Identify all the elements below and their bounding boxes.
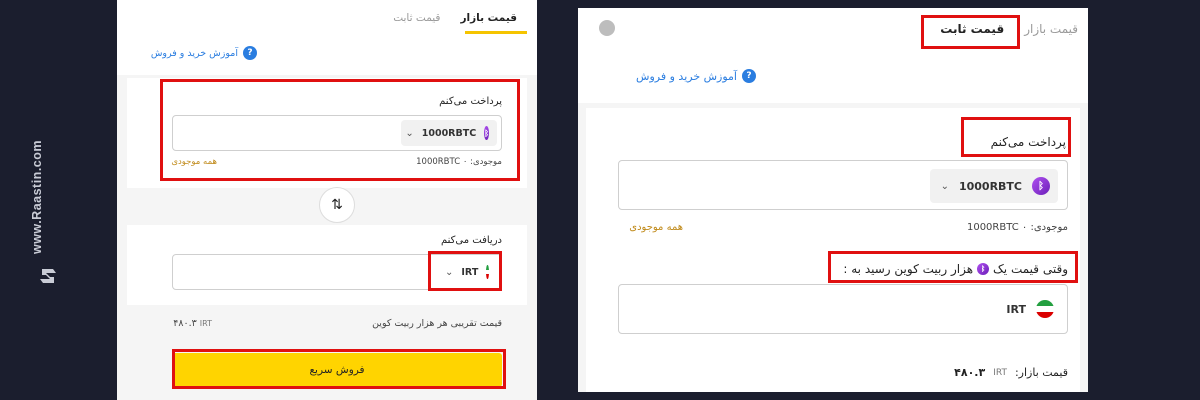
balance-label: موجودی:	[1030, 222, 1068, 233]
brand-url: www.Raastin.com	[30, 140, 44, 255]
quick-sell-panel: قیمت بازار قیمت ثابت ? آموزش خرید و فروش…	[117, 0, 537, 400]
swap-button[interactable]: ⇅	[319, 187, 355, 223]
tab-fixed-price[interactable]: قیمت ثابت	[383, 4, 450, 32]
market-price-unit: IRT	[993, 367, 1007, 378]
highlight-box-condition	[828, 251, 1078, 283]
estimate-value: ۴۸۰.۳	[173, 318, 197, 329]
all-balance-link[interactable]: همه موجودی	[629, 222, 683, 233]
question-icon: ?	[243, 46, 257, 60]
fixed-price-panel: قیمت بازار قیمت ثابت ? آموزش خرید و فروش…	[578, 8, 1088, 392]
highlight-box-currency	[428, 251, 502, 291]
highlight-box-fixed-tab	[921, 15, 1020, 49]
highlight-box-pay-label	[961, 117, 1071, 157]
help-link[interactable]: ? آموزش خرید و فروش	[151, 46, 257, 60]
raastin-logo-icon	[40, 269, 56, 283]
market-price-value: ۴۸۰.۳	[954, 366, 986, 379]
chevron-down-icon: ⌄	[940, 180, 949, 192]
target-currency: IRT	[996, 292, 1062, 326]
question-icon: ?	[742, 69, 756, 83]
tab-market-price[interactable]: قیمت بازار	[1014, 14, 1088, 44]
iran-flag-icon	[1036, 300, 1054, 318]
clock-icon[interactable]	[599, 20, 615, 36]
pay-currency-label: 1000RBTC	[958, 179, 1022, 193]
highlight-box-pay	[160, 79, 520, 181]
market-price-label: قیمت بازار:	[1014, 366, 1068, 379]
rbtc-coin-icon: ᛒ	[1032, 177, 1050, 195]
active-tab-indicator	[465, 31, 527, 34]
receive-label: دریافت می‌کنم	[440, 235, 502, 246]
help-link[interactable]: ? آموزش خرید و فروش	[636, 69, 756, 83]
estimate-unit: IRT	[199, 319, 212, 328]
tab-market-price[interactable]: قیمت بازار	[450, 4, 527, 32]
target-currency-label: IRT	[1006, 302, 1026, 316]
help-link-text: آموزش خرید و فروش	[150, 47, 238, 59]
estimate-price: ۴۸۰.۳ IRT	[173, 318, 212, 329]
estimate-label: قیمت تقریبی هر هزار ربیت کوین	[372, 318, 502, 329]
pay-balance: موجودی: 1000RBTC ۰	[967, 222, 1068, 233]
price-tabs: قیمت بازار قیمت ثابت	[383, 4, 527, 32]
highlight-box-sell	[172, 349, 506, 389]
pay-currency-selector[interactable]: ᛒ 1000RBTC ⌄	[930, 169, 1058, 203]
help-link-text: آموزش خرید و فروش	[636, 69, 737, 83]
market-price-row: قیمت بازار: IRT ۴۸۰.۳	[954, 366, 1068, 379]
swap-arrows-icon: ⇅	[331, 197, 343, 213]
balance-value: 1000RBTC ۰	[966, 222, 1028, 233]
